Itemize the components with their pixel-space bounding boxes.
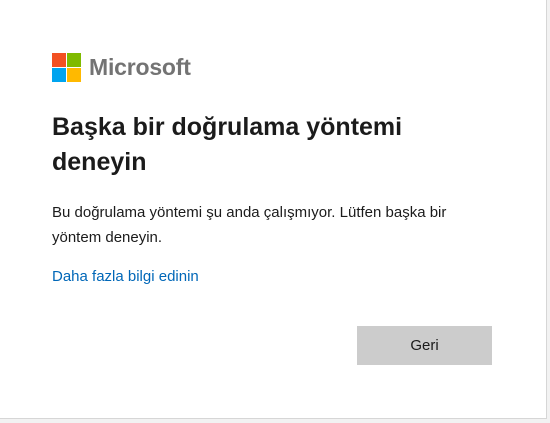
dialog-title: Başka bir doğrulama yöntemi deneyin [52, 113, 403, 176]
sign-in-dialog: Microsoft Başka bir doğrulama yöntemi de… [0, 0, 547, 419]
back-button[interactable]: Geri [357, 326, 492, 365]
microsoft-logo-icon [52, 53, 81, 82]
logo-square-green [67, 53, 81, 67]
dialog-description: Bu doğrulama yöntemi şu anda çalışmıyor.… [52, 204, 447, 246]
learn-more-link[interactable]: Daha fazla bilgi edinin [52, 264, 199, 289]
logo-square-yellow [67, 68, 81, 82]
logo-wordmark: Microsoft [89, 54, 191, 80]
microsoft-logo: Microsoft [52, 53, 191, 82]
logo-square-red [52, 53, 66, 67]
logo-square-blue [52, 68, 66, 82]
